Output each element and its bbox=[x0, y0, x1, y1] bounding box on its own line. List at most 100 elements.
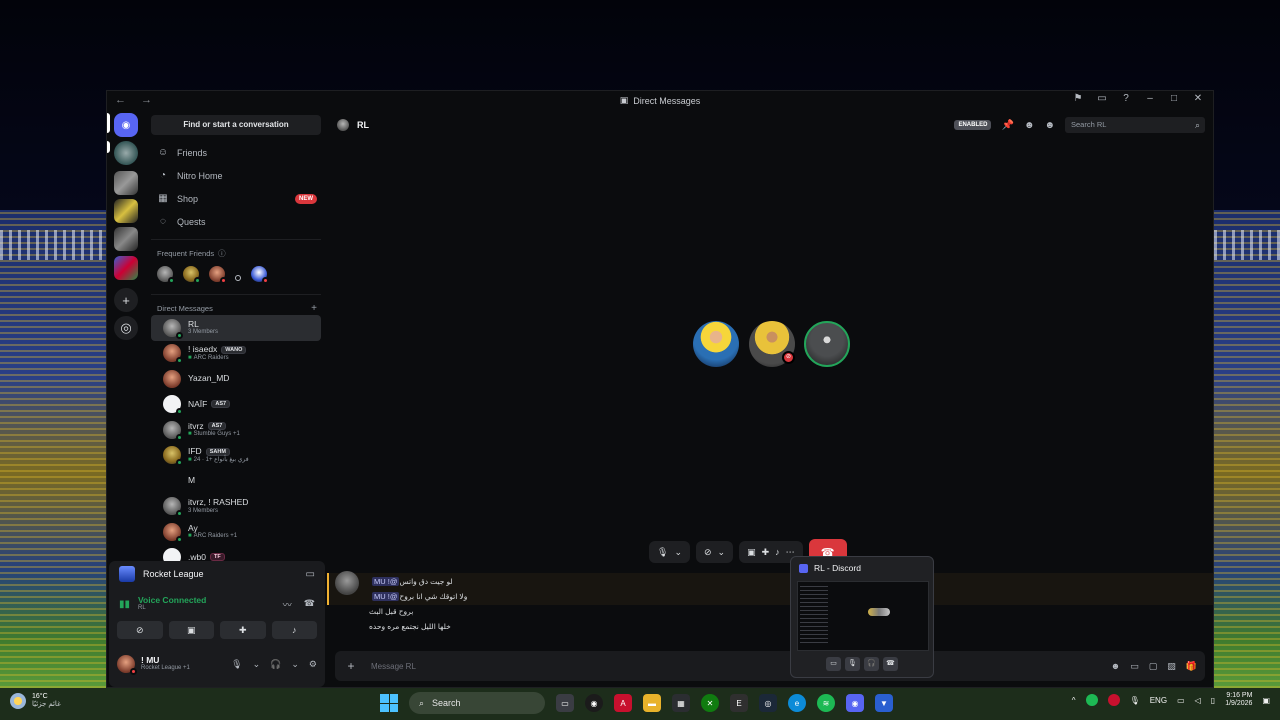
chevron-down-icon[interactable]: ⌄ bbox=[291, 659, 299, 670]
add-server-icon[interactable]: + bbox=[114, 288, 138, 312]
taskbar-thumbnail[interactable]: RL - Discord ▭ 🎙 🎧 ☎ bbox=[790, 556, 934, 678]
nav-shop[interactable]: ▦ Shop NEW bbox=[145, 187, 327, 210]
inbox-icon[interactable]: ▭ bbox=[1095, 93, 1109, 104]
headphones-icon[interactable]: 🎧 bbox=[864, 657, 879, 671]
dm-item-group[interactable]: itvrz, ! RASHED 3 Members bbox=[151, 494, 321, 520]
amd-icon[interactable]: A bbox=[614, 694, 632, 712]
volume-icon[interactable]: ◁ bbox=[1195, 696, 1201, 705]
battery-icon[interactable]: ▯ bbox=[1211, 696, 1215, 705]
gif-icon[interactable]: ▭ bbox=[1130, 661, 1139, 672]
mic-icon[interactable]: 🎙 bbox=[845, 657, 860, 671]
spotify-tray-icon[interactable] bbox=[1085, 694, 1098, 707]
network-icon[interactable]: ▭ bbox=[1177, 696, 1185, 705]
call-participant-speaking[interactable] bbox=[804, 321, 850, 367]
discover-icon[interactable]: ◎ bbox=[114, 316, 138, 340]
store-icon[interactable]: ▦ bbox=[672, 694, 690, 712]
edge-icon[interactable]: e bbox=[788, 694, 806, 712]
server-avatar[interactable] bbox=[114, 199, 138, 223]
message-composer[interactable]: + Message RL ☻ ▭ ▢ ▨ 🎁 bbox=[335, 651, 1205, 681]
pin-icon[interactable]: 📌 bbox=[1001, 120, 1013, 131]
friend-avatar[interactable] bbox=[183, 266, 201, 284]
server-avatar[interactable] bbox=[114, 227, 138, 251]
minimize-icon[interactable]: – bbox=[1143, 93, 1157, 104]
close-icon[interactable]: ✕ bbox=[1191, 93, 1205, 104]
upload-icon[interactable]: + bbox=[339, 659, 363, 673]
disconnect-icon[interactable]: ☎ bbox=[304, 598, 315, 611]
mic-icon[interactable]: 🎙 bbox=[231, 659, 242, 670]
task-view-icon[interactable]: ▭ bbox=[556, 694, 574, 712]
file-explorer-icon[interactable]: ▬ bbox=[643, 694, 661, 712]
signal-icon[interactable]: ▮▮ bbox=[119, 599, 130, 610]
info-icon[interactable]: ⓘ bbox=[218, 248, 226, 259]
rocket-league-taskbar-icon[interactable]: ▼ bbox=[875, 694, 893, 712]
tray-app-icon[interactable] bbox=[1107, 694, 1120, 707]
soundboard-button[interactable]: ♪ bbox=[271, 621, 317, 639]
dm-item-naif[interactable]: NAÏF AS7 bbox=[151, 392, 321, 418]
nav-quests[interactable]: ◌ Quests bbox=[145, 210, 327, 233]
image-icon[interactable]: ▨ bbox=[1167, 661, 1176, 672]
xbox-icon[interactable]: ✕ bbox=[701, 694, 719, 712]
screen-share-icon[interactable]: ▭ bbox=[306, 569, 315, 580]
share-screen-icon[interactable]: ▣ bbox=[747, 547, 756, 558]
gift-icon[interactable]: 🎁 bbox=[1186, 661, 1197, 672]
maximize-icon[interactable]: □ bbox=[1167, 93, 1181, 104]
taskbar-search[interactable]: ⌕ Search bbox=[409, 692, 545, 714]
clock[interactable]: 9:16 PM 1/9/2026 bbox=[1225, 692, 1252, 709]
weather-widget[interactable]: 16°C غائم جزئيًا bbox=[10, 693, 61, 710]
headphones-icon[interactable]: 🎧 bbox=[270, 659, 281, 670]
spotify-icon[interactable]: ≋ bbox=[817, 694, 835, 712]
friend-avatar[interactable] bbox=[157, 266, 175, 284]
camera-toggle-button[interactable]: ⊘ ⌄ bbox=[695, 541, 734, 563]
voice-channel-label[interactable]: RL bbox=[138, 605, 206, 612]
camera-icon[interactable]: ▭ bbox=[826, 657, 841, 671]
nav-nitro-home[interactable]: ◔ Nitro Home bbox=[145, 164, 327, 187]
disconnect-icon[interactable]: ☎ bbox=[883, 657, 898, 671]
discord-home-icon[interactable]: ◉ bbox=[114, 113, 138, 137]
member-list-icon[interactable]: ☻ bbox=[1044, 120, 1055, 131]
add-member-icon[interactable]: ☻ bbox=[1024, 120, 1035, 131]
server-folder[interactable] bbox=[114, 256, 138, 280]
find-conversation-button[interactable]: Find or start a conversation bbox=[151, 115, 321, 135]
search-input[interactable]: Search RL ⌕ bbox=[1065, 117, 1205, 133]
language[interactable]: ENG bbox=[1150, 696, 1167, 705]
activities-button[interactable]: ✚ bbox=[220, 621, 266, 639]
steam-icon[interactable]: ◎ bbox=[759, 694, 777, 712]
server-avatar[interactable] bbox=[114, 141, 138, 165]
user-avatar[interactable] bbox=[117, 655, 137, 675]
dm-item-yazan[interactable]: Yazan_MD bbox=[151, 366, 321, 392]
message-avatar[interactable] bbox=[335, 571, 359, 595]
dm-item-rl[interactable]: RL 3 Members bbox=[151, 315, 321, 341]
noise-suppression-icon[interactable]: 〰 bbox=[283, 598, 292, 611]
sticker-icon[interactable]: ▢ bbox=[1149, 661, 1158, 672]
notifications-icon[interactable]: ▣ bbox=[1262, 696, 1270, 705]
epic-games-icon[interactable]: E bbox=[730, 694, 748, 712]
call-participant[interactable] bbox=[693, 321, 739, 367]
friend-avatar[interactable] bbox=[235, 275, 241, 281]
mention[interactable]: @! MU bbox=[372, 592, 400, 601]
nav-arrows[interactable]: ← → bbox=[115, 94, 158, 106]
chevron-up-icon[interactable]: ^ bbox=[1072, 696, 1076, 705]
settings-icon[interactable]: ⚙ bbox=[309, 659, 317, 670]
soundboard-icon[interactable]: ♪ bbox=[775, 547, 780, 557]
mic-tray-icon[interactable]: 🎙 bbox=[1130, 696, 1140, 705]
friend-avatar[interactable] bbox=[209, 266, 227, 284]
dm-item-itvrz[interactable]: itvrz AS7 ■ Stumble Guys +1 bbox=[151, 417, 321, 443]
activities-icon[interactable]: ✚ bbox=[762, 547, 770, 558]
flag-icon[interactable]: ⚑ bbox=[1071, 93, 1085, 104]
obs-icon[interactable]: ◉ bbox=[585, 694, 603, 712]
camera-off-button[interactable]: ⊘ bbox=[117, 621, 163, 639]
help-icon[interactable]: ? bbox=[1119, 93, 1133, 104]
dm-item-ifd[interactable]: IFD SAHM ■ فري بيغ بأنواع +1 · 24 bbox=[151, 443, 321, 469]
mention[interactable]: @! MU bbox=[372, 577, 400, 586]
dm-item-m[interactable]: M bbox=[151, 468, 321, 494]
dm-item-isaedx[interactable]: ! isaedx WANO ■ ARC Raiders bbox=[151, 341, 321, 367]
create-dm-icon[interactable]: + bbox=[311, 303, 317, 314]
mic-toggle-button[interactable]: 🎙 ⌄ bbox=[649, 541, 690, 563]
chevron-down-icon[interactable]: ⌄ bbox=[253, 659, 261, 670]
friend-avatar[interactable] bbox=[251, 266, 269, 284]
enabled-badge[interactable]: ENABLED bbox=[954, 120, 992, 130]
dm-item-ay[interactable]: Ay ■ ARC Raiders +1 bbox=[151, 519, 321, 545]
share-screen-button[interactable]: ▣ bbox=[168, 621, 214, 639]
start-button[interactable] bbox=[380, 694, 398, 712]
nav-friends[interactable]: ☺ Friends bbox=[145, 141, 327, 164]
